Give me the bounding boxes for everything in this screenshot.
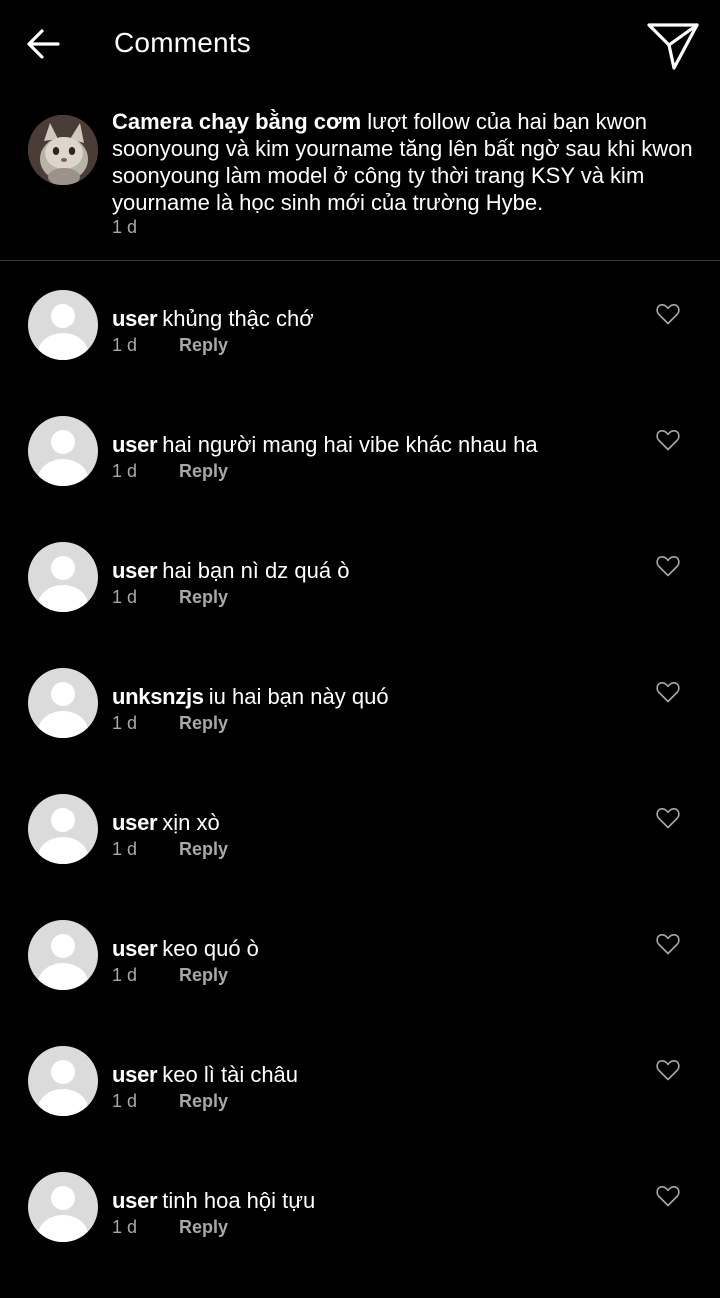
back-arrow-icon bbox=[27, 29, 60, 59]
heart-icon[interactable] bbox=[655, 428, 681, 452]
comment-text: keo lì tài châu bbox=[162, 1062, 299, 1087]
post-text: Camera chạy bằng cơm lượt follow của hai … bbox=[112, 108, 702, 216]
comment-timestamp: 1 d bbox=[112, 839, 138, 859]
comment-body: user keo quó ò bbox=[112, 935, 259, 962]
reply-button[interactable]: Reply bbox=[179, 838, 228, 860]
comment-item: user keo quó ò 1 d Reply bbox=[0, 920, 720, 1046]
comment-body: user hai bạn nì dz quá ò bbox=[112, 557, 349, 584]
comment-text: keo quó ò bbox=[162, 936, 259, 961]
back-button[interactable] bbox=[22, 22, 66, 66]
cat-avatar-image bbox=[28, 115, 98, 185]
comment-timestamp: 1 d bbox=[112, 1217, 138, 1237]
heart-icon[interactable] bbox=[655, 302, 681, 326]
comment-item: user khủng thậc chớ 1 d Reply bbox=[0, 290, 720, 416]
default-avatar-icon[interactable] bbox=[28, 794, 98, 864]
heart-icon[interactable] bbox=[655, 932, 681, 956]
comment-text: hai người mang hai vibe khác nhau ha bbox=[162, 432, 538, 457]
share-button[interactable] bbox=[644, 18, 702, 74]
comment-text: iu hai bạn này quó bbox=[208, 684, 389, 709]
comment-username[interactable]: unksnzjs bbox=[112, 684, 204, 709]
comment-text: khủng thậc chớ bbox=[162, 306, 314, 331]
reply-button[interactable]: Reply bbox=[179, 1090, 228, 1112]
heart-icon[interactable] bbox=[655, 680, 681, 704]
comment-body: user hai người mang hai vibe khác nhau ha bbox=[112, 431, 538, 458]
comment-username[interactable]: user bbox=[112, 558, 158, 583]
post-caption: Camera chạy bằng cơm lượt follow của hai … bbox=[0, 100, 720, 260]
comment-item: user keo lì tài châu 1 d Reply bbox=[0, 1046, 720, 1172]
heart-icon[interactable] bbox=[655, 806, 681, 830]
default-avatar-icon[interactable] bbox=[28, 542, 98, 612]
divider bbox=[0, 260, 720, 261]
reply-button[interactable]: Reply bbox=[179, 712, 228, 734]
post-author-username[interactable]: Camera chạy bằng cơm bbox=[112, 109, 361, 134]
default-avatar-icon[interactable] bbox=[28, 920, 98, 990]
comment-text: xịn xò bbox=[162, 810, 220, 835]
reply-button[interactable]: Reply bbox=[179, 460, 228, 482]
heart-icon[interactable] bbox=[655, 1184, 681, 1208]
reply-button[interactable]: Reply bbox=[179, 1216, 228, 1238]
default-avatar-icon[interactable] bbox=[28, 416, 98, 486]
page-title: Comments bbox=[114, 27, 251, 58]
comment-timestamp: 1 d bbox=[112, 587, 138, 607]
comment-text: tinh hoa hội tựu bbox=[162, 1188, 316, 1213]
comment-username[interactable]: user bbox=[112, 936, 158, 961]
comment-list: user khủng thậc chớ 1 d Reply user hai ngư… bbox=[0, 290, 720, 1298]
comment-item: user hai bạn nì dz quá ò 1 d Reply bbox=[0, 542, 720, 668]
default-avatar-icon[interactable] bbox=[28, 290, 98, 360]
comment-username[interactable]: user bbox=[112, 810, 158, 835]
comment-body: user khủng thậc chớ bbox=[112, 305, 314, 332]
comment-item: user xịn xò 1 d Reply bbox=[0, 794, 720, 920]
comment-username[interactable]: user bbox=[112, 306, 158, 331]
comment-timestamp: 1 d bbox=[112, 713, 138, 733]
comment-item: unksnzjs iu hai bạn này quó 1 d Reply bbox=[0, 668, 720, 794]
comment-text: hai bạn nì dz quá ò bbox=[162, 558, 350, 583]
reply-button[interactable]: Reply bbox=[179, 334, 228, 356]
comment-timestamp: 1 d bbox=[112, 461, 138, 481]
default-avatar-icon[interactable] bbox=[28, 668, 98, 738]
comment-timestamp: 1 d bbox=[112, 965, 138, 985]
comment-timestamp: 1 d bbox=[112, 1091, 138, 1111]
default-avatar-icon[interactable] bbox=[28, 1046, 98, 1116]
comment-username[interactable]: user bbox=[112, 1062, 158, 1087]
comment-body: unksnzjs iu hai bạn này quó bbox=[112, 683, 389, 710]
comment-item: user tinh hoa hội tựu 1 d Reply bbox=[0, 1172, 720, 1298]
comment-item: user hai người mang hai vibe khác nhau ha… bbox=[0, 416, 720, 542]
reply-button[interactable]: Reply bbox=[179, 964, 228, 986]
heart-icon[interactable] bbox=[655, 1058, 681, 1082]
top-bar: Comments bbox=[0, 0, 720, 88]
comment-body: user tinh hoa hội tựu bbox=[112, 1187, 315, 1214]
comment-body: user xịn xò bbox=[112, 809, 220, 836]
reply-button[interactable]: Reply bbox=[179, 586, 228, 608]
comment-body: user keo lì tài châu bbox=[112, 1061, 298, 1088]
comment-timestamp: 1 d bbox=[112, 335, 138, 355]
comment-username[interactable]: user bbox=[112, 432, 158, 457]
post-timestamp: 1 d bbox=[112, 217, 138, 237]
comment-username[interactable]: user bbox=[112, 1188, 158, 1213]
default-avatar-icon[interactable] bbox=[28, 1172, 98, 1242]
paper-plane-icon bbox=[647, 23, 699, 70]
post-author-avatar[interactable] bbox=[28, 115, 98, 185]
heart-icon[interactable] bbox=[655, 554, 681, 578]
